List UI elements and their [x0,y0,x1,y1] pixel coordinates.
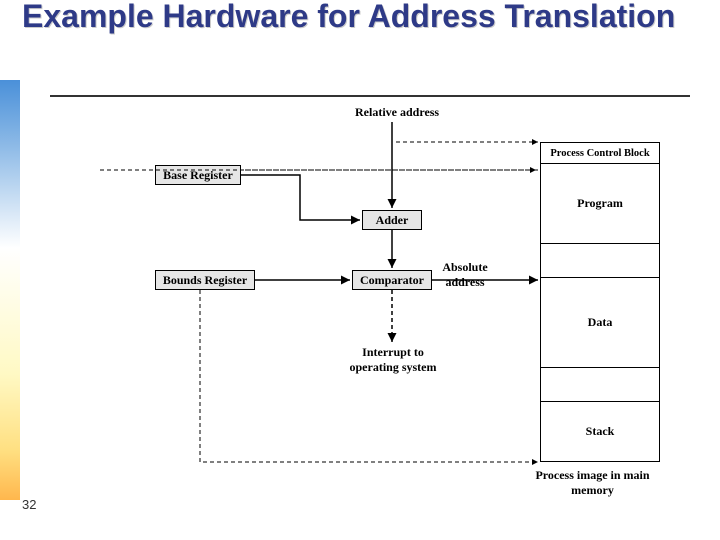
title-underline [50,95,690,97]
decorative-gradient [0,80,20,500]
page-title: Example Hardware for Address Translation [22,0,675,34]
address-translation-diagram: Relative address Absolute address Interr… [100,110,680,500]
diagram-connectors [100,110,680,500]
slide-number: 32 [22,497,36,512]
